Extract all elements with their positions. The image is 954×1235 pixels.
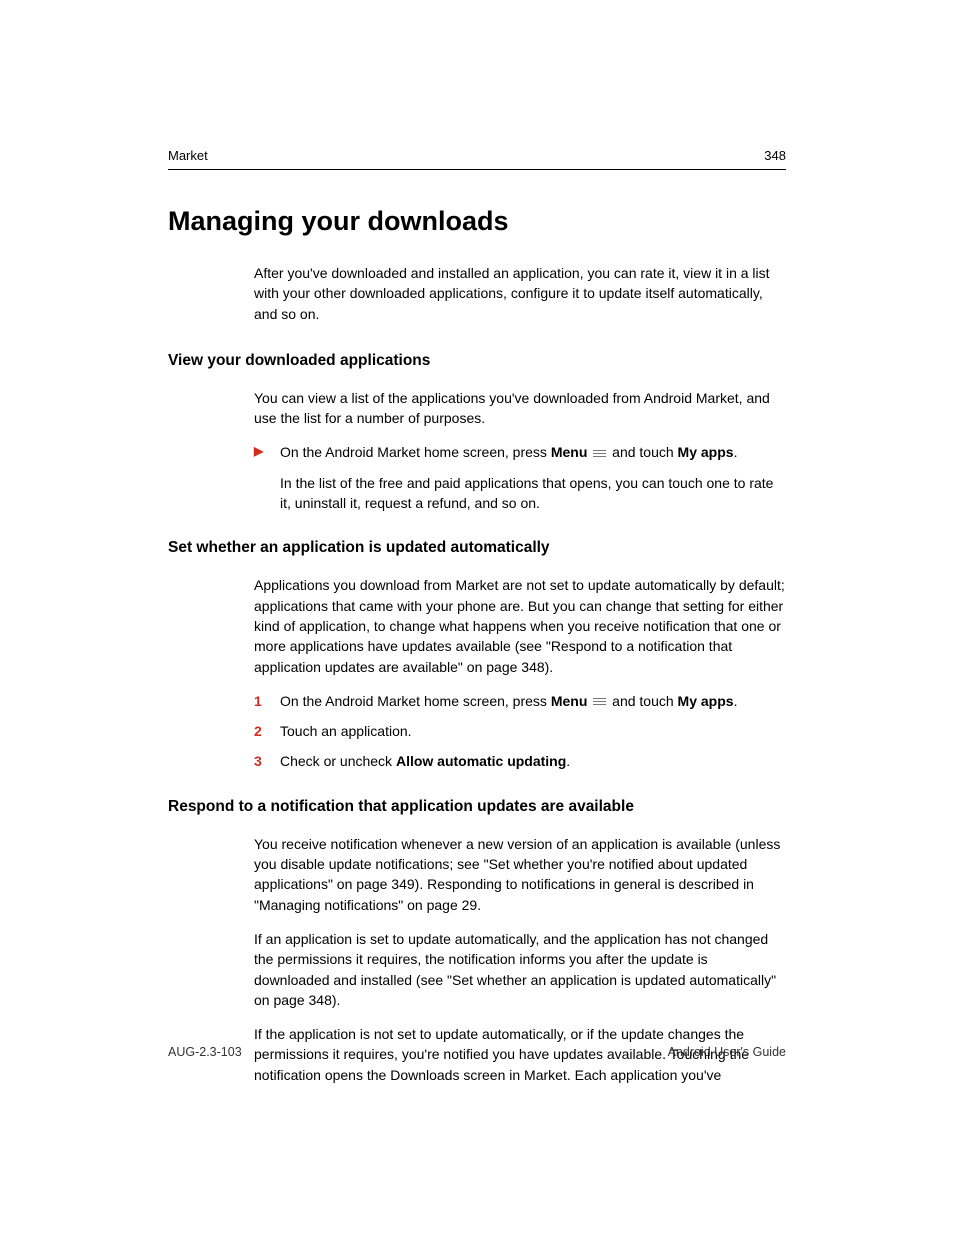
s2-step3-body: Check or uncheck Allow automatic updatin… bbox=[280, 751, 786, 771]
step-number: 3 bbox=[254, 751, 280, 771]
allow-auto-update-label: Allow automatic updating bbox=[396, 753, 566, 769]
s1-paragraph: You can view a list of the applications … bbox=[254, 388, 786, 429]
document-page: Market 348 Managing your downloads After… bbox=[0, 0, 954, 1085]
menu-label: Menu bbox=[551, 444, 588, 460]
section-heading-view-downloaded: View your downloaded applications bbox=[168, 352, 786, 370]
s2-step1-body: On the Android Market home screen, press… bbox=[280, 691, 786, 711]
s2-step-3: 3 Check or uncheck Allow automatic updat… bbox=[254, 751, 786, 771]
text-fragment: . bbox=[734, 693, 738, 709]
running-footer: AUG-2.3-103 Android User's Guide bbox=[168, 1045, 786, 1059]
menu-icon bbox=[593, 696, 606, 707]
footer-doc-id: AUG-2.3-103 bbox=[168, 1045, 242, 1059]
s1-note: In the list of the free and paid applica… bbox=[280, 473, 786, 514]
s2-step-2: 2 Touch an application. bbox=[254, 721, 786, 741]
s1-step-body: On the Android Market home screen, press… bbox=[280, 442, 786, 462]
text-fragment: Check or uncheck bbox=[280, 753, 396, 769]
running-header: Market 348 bbox=[168, 148, 786, 170]
section-heading-auto-update: Set whether an application is updated au… bbox=[168, 539, 786, 557]
text-fragment: and touch bbox=[608, 693, 677, 709]
header-section: Market bbox=[168, 148, 208, 163]
s2-step2-body: Touch an application. bbox=[280, 721, 786, 741]
text-fragment: . bbox=[734, 444, 738, 460]
text-fragment: On the Android Market home screen, press bbox=[280, 693, 551, 709]
my-apps-label: My apps bbox=[678, 444, 734, 460]
page-title: Managing your downloads bbox=[168, 206, 786, 237]
footer-guide-name: Android User's Guide bbox=[668, 1045, 786, 1059]
text-fragment: . bbox=[566, 753, 570, 769]
section-heading-respond-notification: Respond to a notification that applicati… bbox=[168, 798, 786, 816]
intro-paragraph: After you've downloaded and installed an… bbox=[254, 263, 786, 324]
my-apps-label: My apps bbox=[678, 693, 734, 709]
menu-label: Menu bbox=[551, 693, 588, 709]
text-fragment: and touch bbox=[608, 444, 677, 460]
step-number: 2 bbox=[254, 721, 280, 741]
s2-step-1: 1 On the Android Market home screen, pre… bbox=[254, 691, 786, 711]
menu-icon bbox=[593, 448, 606, 459]
step-number: 1 bbox=[254, 691, 280, 711]
s3-p1: You receive notification whenever a new … bbox=[254, 834, 786, 915]
header-page-number: 348 bbox=[764, 148, 786, 163]
triangle-bullet-icon: ▶ bbox=[254, 442, 280, 460]
s2-paragraph: Applications you download from Market ar… bbox=[254, 575, 786, 676]
s1-step: ▶ On the Android Market home screen, pre… bbox=[254, 442, 786, 462]
text-fragment: On the Android Market home screen, press bbox=[280, 444, 551, 460]
s3-p2: If an application is set to update autom… bbox=[254, 929, 786, 1010]
